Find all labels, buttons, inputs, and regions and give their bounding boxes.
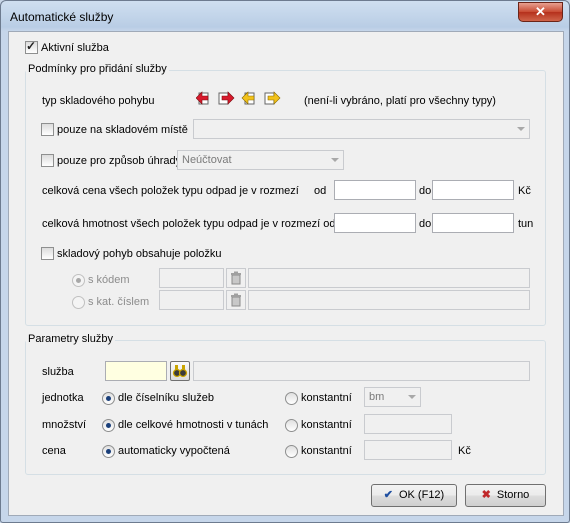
- catalog-label: s kat. číslem: [88, 296, 150, 308]
- movement-type-note: (není-li vybráno, platí pro všechny typy…: [304, 95, 496, 107]
- catalog-input[interactable]: [159, 290, 224, 310]
- qty-constant-radio[interactable]: [285, 419, 298, 432]
- unit-catalog-radio[interactable]: [102, 392, 115, 405]
- params-legend: Parametry služby: [26, 333, 115, 345]
- unit-constant-label: konstantní: [301, 392, 352, 404]
- transfer-in-icon[interactable]: [241, 91, 255, 105]
- ok-label: OK (F12): [398, 489, 445, 501]
- x-icon: ✖: [481, 489, 491, 501]
- conditions-legend: Podmínky pro přidání služby: [26, 63, 169, 75]
- price-param-unit: Kč: [458, 445, 471, 457]
- active-label: Aktivní služba: [41, 42, 109, 54]
- code-radio[interactable]: [72, 274, 85, 287]
- close-button[interactable]: ✕: [518, 2, 563, 22]
- price-param-label: cena: [42, 445, 66, 457]
- code-name-display: [248, 268, 530, 288]
- qty-weight-radio[interactable]: [102, 419, 115, 432]
- price-range-label: celková cena všech položek typu odpad je…: [42, 185, 299, 197]
- payment-select[interactable]: Neúčtovat: [177, 150, 344, 170]
- location-label: pouze na skladovém místě: [57, 124, 188, 136]
- active-checkbox[interactable]: [25, 39, 38, 54]
- price-auto-radio[interactable]: [102, 445, 115, 458]
- issue-icon[interactable]: [218, 91, 235, 105]
- qty-constant-label: konstantní: [301, 419, 352, 431]
- weight-range-label: celková hmotnost všech položek typu odpa…: [42, 218, 336, 230]
- cancel-button[interactable]: ✖ Storno: [465, 484, 546, 507]
- location-select[interactable]: [193, 119, 530, 139]
- trash-icon: [231, 293, 241, 307]
- chevron-down-icon: [408, 395, 416, 399]
- service-name-display: [193, 361, 530, 381]
- weight-to-label: do: [419, 218, 432, 230]
- price-from-input[interactable]: [334, 180, 416, 200]
- code-label: s kódem: [88, 274, 130, 286]
- weight-unit: tun: [518, 218, 534, 230]
- price-auto-label: automaticky vypočtená: [118, 445, 230, 457]
- contains-item-label: skladový pohyb obsahuje položku: [57, 248, 222, 260]
- catalog-clear-button[interactable]: [226, 290, 246, 310]
- payment-value: Neúčtovat: [182, 154, 232, 166]
- window-title: Automatické služby: [10, 10, 114, 24]
- close-icon: ✕: [535, 4, 546, 19]
- weight-from-input[interactable]: [334, 213, 416, 233]
- title-bar[interactable]: Automatické služby ✕: [1, 1, 569, 31]
- cancel-label: Storno: [496, 489, 530, 501]
- catalog-radio[interactable]: [72, 296, 85, 309]
- payment-checkbox[interactable]: [41, 154, 54, 167]
- dialog-body: Aktivní služba Podmínky pro přidání služ…: [8, 31, 564, 516]
- checkmark-icon: ✔: [383, 489, 393, 501]
- price-unit: Kč: [518, 185, 531, 197]
- receipt-icon[interactable]: [196, 91, 209, 105]
- service-label: služba: [42, 366, 74, 378]
- catalog-name-display: [248, 290, 530, 310]
- chevron-down-icon: [517, 127, 525, 131]
- price-to-label: do: [419, 185, 432, 197]
- price-constant-radio[interactable]: [285, 445, 298, 458]
- chevron-down-icon: [331, 158, 339, 162]
- location-checkbox[interactable]: [41, 123, 54, 136]
- unit-catalog-label: dle číselníku služeb: [118, 392, 214, 404]
- qty-label: množství: [42, 419, 87, 431]
- trash-icon: [231, 271, 241, 285]
- code-input[interactable]: [159, 268, 224, 288]
- unit-value: bm: [369, 391, 385, 403]
- dialog-window: Automatické služby ✕ Aktivní služba Podm…: [0, 0, 570, 523]
- code-clear-button[interactable]: [226, 268, 246, 288]
- unit-constant-radio[interactable]: [285, 392, 298, 405]
- contains-item-checkbox[interactable]: [41, 247, 54, 260]
- service-input[interactable]: [105, 361, 167, 381]
- qty-weight-label: dle celkové hmotnosti v tunách: [118, 419, 269, 431]
- unit-select[interactable]: bm: [364, 387, 421, 407]
- weight-to-input[interactable]: [432, 213, 514, 233]
- movement-type-icons: [196, 91, 281, 105]
- price-constant-input[interactable]: [364, 440, 452, 460]
- price-constant-label: konstantní: [301, 445, 352, 457]
- price-to-input[interactable]: [432, 180, 514, 200]
- service-lookup-button[interactable]: [170, 361, 190, 381]
- payment-label: pouze pro způsob úhrady: [57, 155, 182, 167]
- price-from-label: od: [314, 185, 327, 197]
- unit-label: jednotka: [42, 392, 84, 404]
- movement-type-label: typ skladového pohybu: [42, 95, 155, 107]
- binoculars-icon: [172, 365, 188, 378]
- ok-button[interactable]: ✔ OK (F12): [371, 484, 457, 507]
- qty-constant-input[interactable]: [364, 414, 452, 434]
- transfer-out-icon[interactable]: [264, 91, 281, 105]
